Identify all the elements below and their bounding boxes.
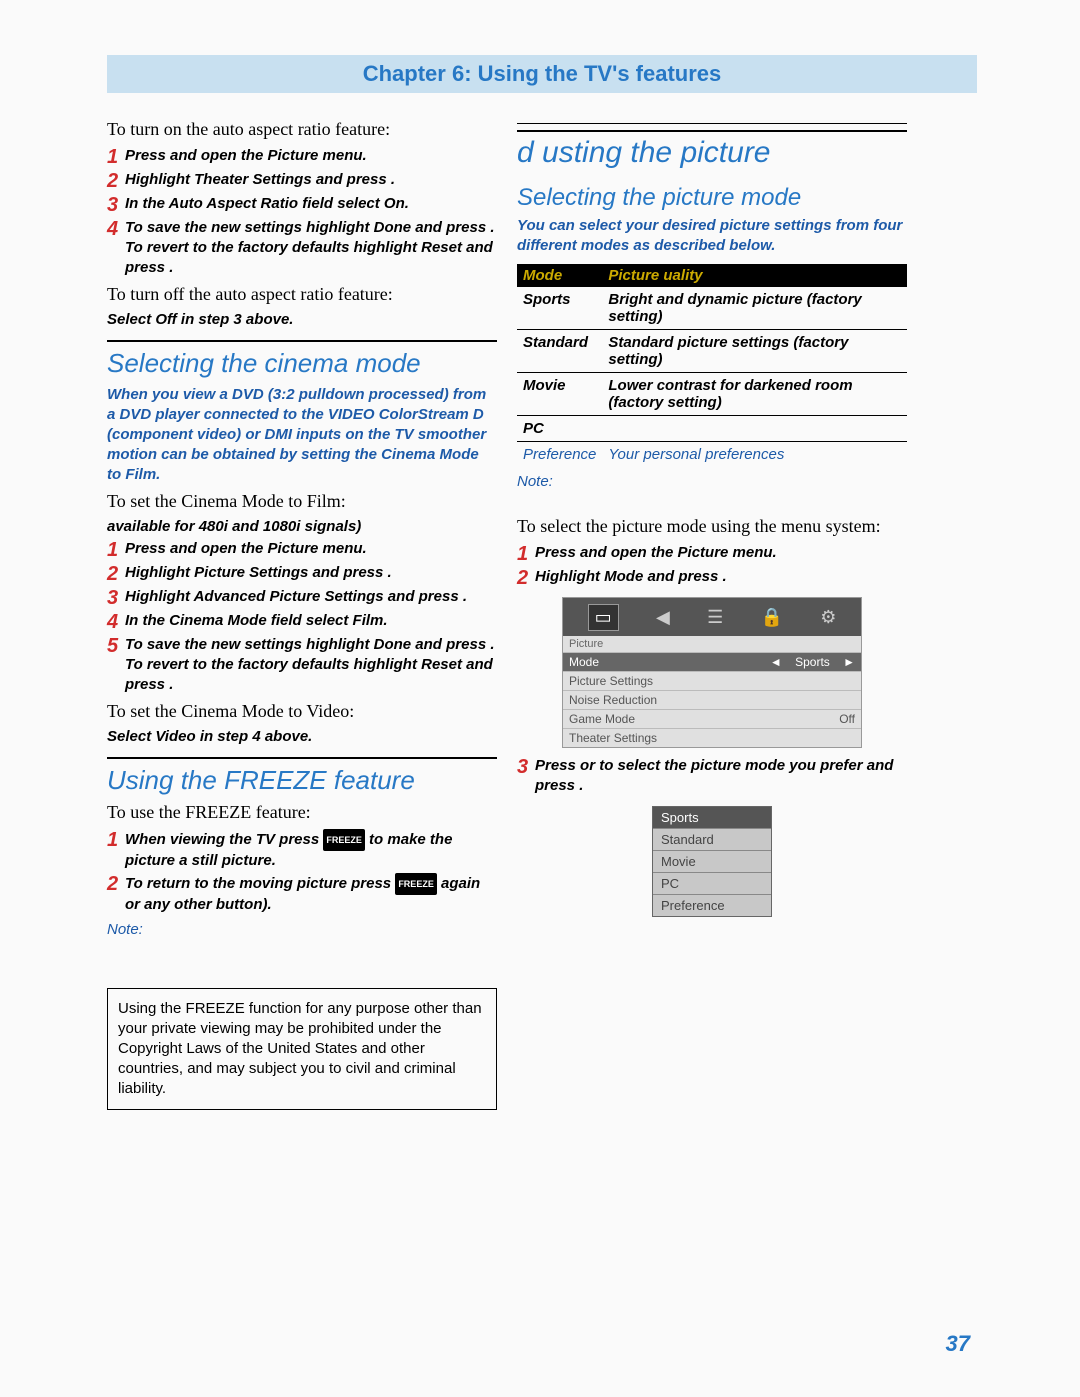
step-text: To save the new settings highlight Done … — [125, 635, 497, 695]
step-text: Highlight Theater Settings and press . — [125, 170, 395, 190]
auto-on-intro: To turn on the auto aspect ratio feature… — [107, 119, 497, 140]
table-row-preference: PreferenceYour personal preferences — [517, 442, 907, 468]
freeze-note: Note: — [107, 921, 497, 938]
adjust-heading: d usting the picture — [517, 130, 907, 170]
step-text: Press and open the Picture menu. — [125, 146, 367, 166]
right-note: Note: — [517, 473, 907, 490]
select-picture-heading: Selecting the picture mode — [517, 184, 907, 212]
picture-mode-table: Mode Picture uality SportsBright and dyn… — [517, 264, 907, 467]
setup-tab-icon: ⚙ — [820, 607, 836, 628]
osd-row: Picture Settings — [563, 671, 861, 690]
cinema-video-intro: To set the Cinema Mode to Video: — [107, 701, 497, 722]
select-body: To select the picture mode using the men… — [517, 516, 907, 537]
freeze-steps: 1When viewing the TV press FREEZE to mak… — [107, 829, 497, 915]
osd-row: Game ModeOff — [563, 709, 861, 728]
step-text: To save the new settings highlight Done … — [125, 218, 497, 278]
lock-tab-icon: 🔒 — [760, 607, 782, 628]
popup-item: Preference — [653, 895, 771, 916]
freeze-heading: Using the FREEZE feature — [107, 757, 497, 796]
step-text: Highlight Mode and press . — [535, 567, 727, 587]
settings-tab-icon: ☰ — [707, 607, 723, 628]
auto-off-instr: Select Off in step 3 above. — [107, 311, 497, 328]
step-text: Highlight Advanced Picture Settings and … — [125, 587, 467, 607]
left-column: To turn on the auto aspect ratio feature… — [107, 113, 497, 1110]
auto-off-intro: To turn off the auto aspect ratio featur… — [107, 284, 497, 305]
osd-row-mode: Mode ◄ Sports ► — [563, 652, 861, 671]
chapter-title: Chapter 6: Using the TV's features — [107, 55, 977, 93]
cinema-video-instr: Select Video in step 4 above. — [107, 728, 497, 745]
cinema-avail: available for 480i and 1080i signals) — [107, 518, 497, 535]
table-row: PC — [517, 416, 907, 442]
select-steps: 1Press and open the Picture menu. 2Highl… — [517, 543, 907, 589]
step-text: Press or to select the picture mode you … — [535, 756, 907, 796]
table-header-mode: Mode — [517, 264, 602, 287]
osd-title: Picture — [563, 636, 861, 652]
picture-tab-icon: ▭ — [588, 604, 619, 631]
osd-row: Theater Settings — [563, 728, 861, 747]
page-number: 37 — [946, 1331, 970, 1357]
disclaimer-box: Using the FREEZE function for any purpos… — [107, 988, 497, 1110]
osd-row: Noise Reduction — [563, 690, 861, 709]
popup-item: Standard — [653, 829, 771, 851]
step-text: In the Cinema Mode field select Film. — [125, 611, 388, 631]
cinema-heading: Selecting the cinema mode — [107, 340, 497, 379]
popup-item: Movie — [653, 851, 771, 873]
step-text: Press and open the Picture menu. — [535, 543, 777, 563]
select-step3: 3Press or to select the picture mode you… — [517, 756, 907, 796]
freeze-intro: To use the FREEZE feature: — [107, 802, 497, 823]
auto-on-steps: 1Press and open the Picture menu. 2Highl… — [107, 146, 497, 278]
osd-menu: ▭ ◀ ☰ 🔒 ⚙ Picture Mode ◄ Sports ► Pictur… — [562, 597, 862, 748]
step-text: To return to the moving picture press FR… — [125, 873, 497, 915]
cinema-set-film: To set the Cinema Mode to Film: — [107, 491, 497, 512]
cinema-intro: When you view a DVD (3:2 pulldown proces… — [107, 385, 497, 485]
freeze-icon: FREEZE — [395, 873, 437, 895]
popup-item: Sports — [653, 807, 771, 829]
step-text: In the Auto Aspect Ratio field select On… — [125, 194, 409, 214]
audio-tab-icon: ◀ — [656, 607, 670, 628]
popup-item: PC — [653, 873, 771, 895]
table-row: StandardStandard picture settings (facto… — [517, 330, 907, 373]
table-row: MovieLower contrast for darkened room (f… — [517, 373, 907, 416]
table-header-quality: Picture uality — [602, 264, 907, 287]
cinema-steps: 1Press and open the Picture menu. 2Highl… — [107, 539, 497, 695]
mode-popup-list: Sports Standard Movie PC Preference — [652, 806, 772, 917]
step-text: Highlight Picture Settings and press . — [125, 563, 392, 583]
right-column: d usting the picture Selecting the pictu… — [517, 113, 907, 1110]
freeze-icon: FREEZE — [323, 829, 365, 851]
page: Chapter 6: Using the TV's features To tu… — [107, 55, 977, 1335]
step-text: Press and open the Picture menu. — [125, 539, 367, 559]
table-row: SportsBright and dynamic picture (factor… — [517, 287, 907, 330]
step-text: When viewing the TV press FREEZE to make… — [125, 829, 497, 871]
select-intro: You can select your desired picture sett… — [517, 216, 907, 256]
